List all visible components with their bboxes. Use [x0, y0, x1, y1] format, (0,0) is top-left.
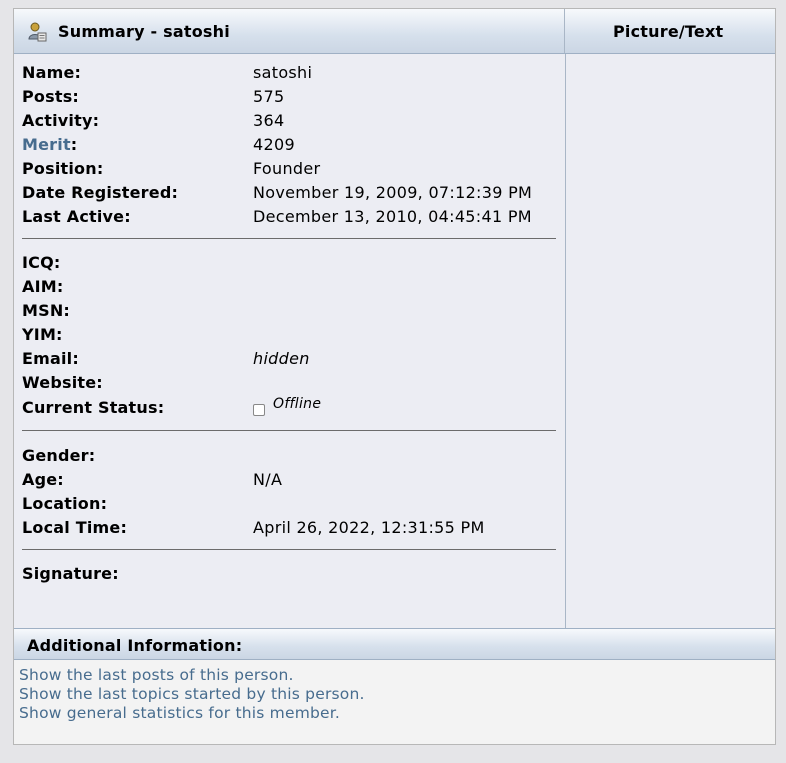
- name-label: Name:: [22, 63, 82, 82]
- divider: [22, 238, 556, 239]
- email-label: Email:: [22, 349, 79, 368]
- position-value: Founder: [253, 159, 321, 178]
- column-divider: [565, 54, 566, 628]
- additional-info-title: Additional Information:: [27, 636, 243, 655]
- registered-label: Date Registered:: [22, 183, 179, 202]
- summary-title: Summary - satoshi: [58, 22, 230, 41]
- msn-label: MSN:: [22, 301, 71, 320]
- merit-value: 4209: [253, 135, 295, 154]
- last-posts-link[interactable]: Show the last posts of this person.: [19, 666, 294, 684]
- position-label: Position:: [22, 159, 104, 178]
- location-label: Location:: [22, 494, 108, 513]
- local-time-label: Local Time:: [22, 518, 128, 537]
- name-value: satoshi: [253, 63, 313, 82]
- age-value: N/A: [253, 470, 283, 489]
- additional-info-body: Show the last posts of this person. Show…: [14, 660, 775, 744]
- registered-value: November 19, 2009, 07:12:39 PM: [253, 183, 533, 202]
- profile-panel: Summary - satoshi Picture/Text Name: sat…: [13, 8, 776, 745]
- last-active-label: Last Active:: [22, 207, 131, 226]
- gender-label: Gender:: [22, 446, 96, 465]
- additional-info-header: Additional Information:: [14, 628, 775, 660]
- posts-value: 575: [253, 87, 285, 106]
- status-label: Current Status:: [22, 398, 165, 417]
- statistics-link[interactable]: Show general statistics for this member.: [19, 704, 340, 722]
- merit-label: Merit:: [22, 135, 78, 154]
- posts-label: Posts:: [22, 87, 80, 106]
- activity-value: 364: [253, 111, 285, 130]
- activity-label: Activity:: [22, 111, 100, 130]
- user-profile-icon: [28, 22, 47, 42]
- picture-header: Picture/Text: [565, 9, 775, 54]
- signature-label: Signature:: [22, 564, 119, 583]
- divider: [22, 430, 556, 431]
- email-value: hidden: [253, 349, 310, 368]
- picture-title: Picture/Text: [613, 22, 724, 41]
- divider: [22, 549, 556, 550]
- last-active-value: December 13, 2010, 04:45:41 PM: [253, 207, 532, 226]
- aim-label: AIM:: [22, 277, 64, 296]
- last-topics-link[interactable]: Show the last topics started by this per…: [19, 685, 365, 703]
- offline-status-icon: [253, 404, 265, 416]
- local-time-value: April 26, 2022, 12:31:55 PM: [253, 518, 485, 537]
- age-label: Age:: [22, 470, 64, 489]
- yim-label: YIM:: [22, 325, 63, 344]
- summary-header: Summary - satoshi: [14, 9, 565, 54]
- merit-link[interactable]: Merit: [22, 135, 71, 154]
- status-value: Offline: [273, 396, 322, 412]
- website-label: Website:: [22, 373, 103, 392]
- icq-label: ICQ:: [22, 253, 61, 272]
